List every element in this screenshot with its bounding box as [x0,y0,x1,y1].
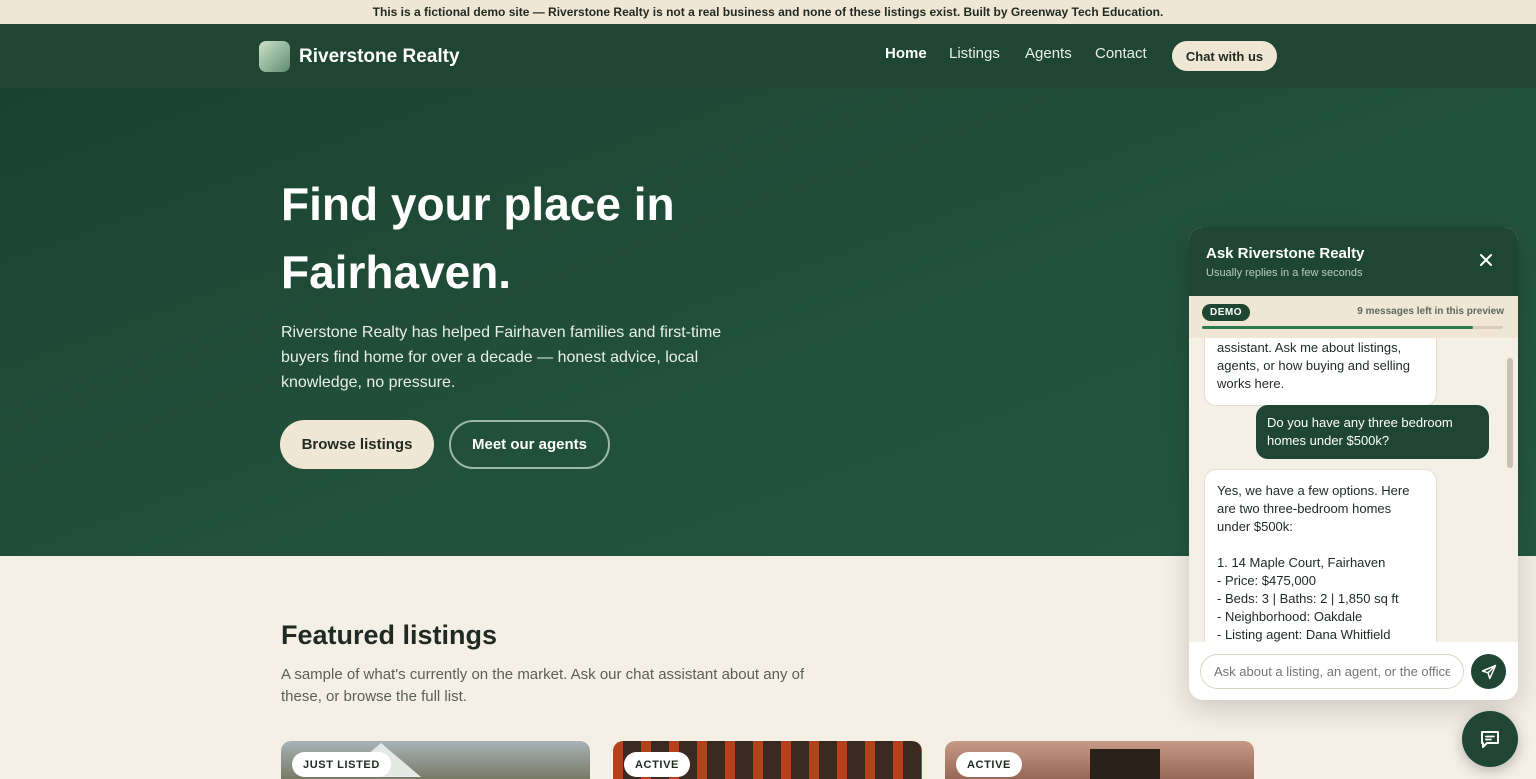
meet-our-agents-button[interactable]: Meet our agents [449,420,610,469]
chat-messages[interactable]: assistant. Ask me about listings, agents… [1189,338,1518,642]
assistant-message: assistant. Ask me about listings, agents… [1204,338,1437,406]
nav-link-home[interactable]: Home [885,45,927,62]
featured-listings-title: Featured listings [281,620,498,650]
user-message: Do you have any three bedroom homes unde… [1256,405,1489,459]
nav-link-contact[interactable]: Contact [1095,45,1147,62]
close-icon[interactable] [1479,253,1493,271]
assistant-message: Yes, we have a few options. Here are two… [1204,469,1437,642]
chat-with-us-button[interactable]: Chat with us [1172,41,1277,71]
send-button[interactable] [1471,654,1506,689]
messages-left-text: 9 messages left in this preview [1357,306,1504,317]
chat-title: Ask Riverstone Realty [1206,245,1365,262]
listing-card[interactable]: ACTIVE [613,741,922,779]
messages-left-progress-fill [1202,326,1473,329]
chat-launcher-button[interactable] [1462,711,1518,767]
chat-bubble-icon [1481,731,1499,748]
hero-subtitle: Riverstone Realty has helped Fairhaven f… [281,324,722,391]
messages-left-progress [1202,326,1503,329]
send-icon [1481,664,1496,679]
featured-listings-subtitle: A sample of what's currently on the mark… [281,666,805,705]
nav-link-agents[interactable]: Agents [1025,45,1072,62]
listing-card[interactable]: ACTIVE [945,741,1254,779]
brand-logo-icon[interactable] [259,41,290,72]
demo-badge: DEMO [1202,304,1250,321]
listing-photo [1090,749,1160,779]
chat-subtitle: Usually replies in a few seconds [1206,267,1363,279]
hero-title: Find your place in Fairhaven. [281,178,675,298]
chat-header: Ask Riverstone Realty Usually replies in… [1189,227,1518,296]
chat-scrollbar[interactable] [1507,358,1513,468]
listing-status-badge: JUST LISTED [292,752,391,777]
brand-name[interactable]: Riverstone Realty [299,46,460,68]
demo-disclaimer-banner: This is a fictional demo site — Riversto… [0,0,1536,24]
browse-listings-button[interactable]: Browse listings [280,420,434,469]
chat-widget: Ask Riverstone Realty Usually replies in… [1189,227,1518,700]
top-navigation: Riverstone Realty Home Listings Agents C… [0,24,1536,88]
listing-status-badge: ACTIVE [624,752,690,777]
listing-card[interactable]: JUST LISTED [281,741,590,779]
chat-message-input[interactable] [1200,654,1464,689]
demo-usage-bar: DEMO 9 messages left in this preview [1189,296,1518,338]
nav-link-listings[interactable]: Listings [949,45,1000,62]
listing-status-badge: ACTIVE [956,752,1022,777]
